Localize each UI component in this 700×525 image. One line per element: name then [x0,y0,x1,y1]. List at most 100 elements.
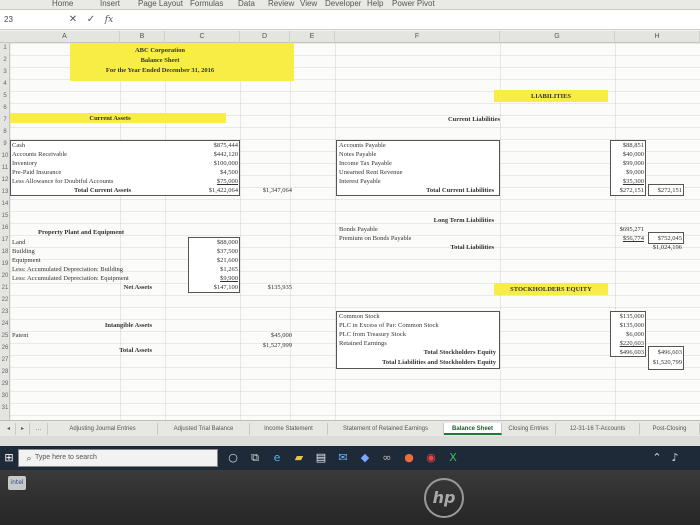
store-icon[interactable]: ▤ [314,451,328,465]
row-header[interactable]: 24 [0,321,10,327]
scroll-left-icon[interactable]: ◂ [2,423,16,435]
long-term-subtotal-value: $752,045 [657,235,682,242]
cancel-icon[interactable]: ✕ [66,13,80,27]
name-box[interactable]: 23 [0,13,40,27]
app-icon[interactable]: ∞ [380,451,394,465]
row-header[interactable]: 14 [0,201,10,207]
liability-value-interest: $35,300 [622,178,644,185]
row-header[interactable]: 23 [0,309,10,315]
total-equity-value: $496,603 [619,349,644,356]
asset-value-cash: $875,444 [213,142,238,149]
sheet-tab-balance-sheet[interactable]: Balance Sheet [444,423,502,435]
tab-review[interactable]: Review [268,0,294,10]
current-liabilities-heading: Current Liabilities [447,116,500,123]
row-header[interactable]: 9 [0,141,10,147]
property-heading: Property Plant and Equipment [38,229,125,236]
firefox-icon[interactable]: ● [402,451,416,465]
row-header[interactable]: 17 [0,237,10,243]
row-header[interactable]: 25 [0,333,10,339]
chrome-icon[interactable]: ◉ [424,451,438,465]
tab-data[interactable]: Data [238,0,255,10]
worksheet-grid[interactable]: ABC Corporation Balance Sheet For the Ye… [10,43,700,420]
row-header[interactable]: 11 [0,165,10,171]
edge-icon[interactable]: e [270,451,284,465]
tab-home[interactable]: Home [52,0,73,10]
row-header[interactable]: 27 [0,357,10,363]
file-explorer-icon[interactable]: ▰ [292,451,306,465]
column-header-e[interactable]: E [290,31,335,43]
row-header[interactable]: 7 [0,117,10,123]
row-header[interactable]: 19 [0,261,10,267]
equity-value-treasury: $6,000 [626,331,644,338]
row-header[interactable]: 8 [0,129,10,135]
liability-label-tax: Income Tax Payable [339,160,392,167]
liability-label-premium: Premium on Bonds Payable [339,235,412,242]
volume-icon[interactable]: ♪ [668,451,682,465]
tab-power-pivot[interactable]: Power Pivot [392,0,435,10]
row-header[interactable]: 31 [0,405,10,411]
row-header[interactable]: 4 [0,81,10,87]
sheet-tab-retained-earnings[interactable]: Statement of Retained Earnings [328,423,444,435]
tab-help[interactable]: Help [367,0,383,10]
liability-label-unearned: Unearned Rent Revenue [339,169,403,176]
row-header[interactable]: 20 [0,273,10,279]
column-headers: A B C D E F G H [0,31,700,43]
tab-view[interactable]: View [300,0,317,10]
total-liabilities-value: $1,024,196 [652,244,682,251]
row-header[interactable]: 1 [0,45,10,51]
row-header[interactable]: 13 [0,189,10,195]
column-header-a[interactable]: A [10,31,120,43]
column-header-f[interactable]: F [335,31,500,43]
row-header[interactable]: 29 [0,381,10,387]
sheet-tab-adjusting-journal-entries[interactable]: Adjusting Journal Entries [48,423,158,435]
sheet-tab-closing-entries[interactable]: Closing Entries [502,423,556,435]
net-assets-value-2: $135,935 [267,284,292,291]
row-header[interactable]: 2 [0,57,10,63]
sheet-tab-post-closing[interactable]: Post-Closing [640,423,700,435]
windows-start-icon[interactable]: ⊞ [2,451,16,465]
tab-formulas[interactable]: Formulas [190,0,223,10]
intangible-value-patent: $45,000 [270,332,292,339]
tab-insert[interactable]: Insert [100,0,120,10]
column-header-h[interactable]: H [615,31,700,43]
more-sheets-icon[interactable]: … [30,423,48,435]
enter-icon[interactable]: ✓ [84,13,98,27]
equity-value-retained: $220,603 [619,340,644,347]
row-header[interactable]: 3 [0,69,10,75]
row-header[interactable]: 30 [0,393,10,399]
row-header[interactable]: 6 [0,105,10,111]
row-header[interactable]: 18 [0,249,10,255]
row-header[interactable]: 26 [0,345,10,351]
column-header-g[interactable]: G [500,31,615,43]
sheet-tab-t-accounts[interactable]: 12-31-16 T-Accounts [556,423,640,435]
row-header[interactable]: 15 [0,213,10,219]
row-header[interactable]: 21 [0,285,10,291]
fx-icon[interactable]: fx [102,13,116,27]
row-header[interactable]: 22 [0,297,10,303]
excel-icon[interactable]: X [446,451,460,465]
row-header[interactable]: 10 [0,153,10,159]
column-header-d[interactable]: D [240,31,290,43]
liability-label-interest: Interest Payable [339,178,381,185]
sheet-tab-income-statement[interactable]: Income Statement [250,423,328,435]
tray-up-icon[interactable]: ⌃ [650,451,664,465]
taskbar-search-input[interactable]: Type here to search [18,449,218,467]
row-header[interactable]: 28 [0,369,10,375]
tab-page-layout[interactable]: Page Layout [138,0,183,10]
dropbox-icon[interactable]: ◆ [358,451,372,465]
equity-label-excess: PLC in Excess of Par: Common Stock [339,322,439,329]
column-header-b[interactable]: B [120,31,165,43]
tab-developer[interactable]: Developer [325,0,361,10]
mail-icon[interactable]: ✉ [336,451,350,465]
sheet-tab-adjusted-trial-balance[interactable]: Adjusted Trial Balance [158,423,250,435]
property-label-land: Land [12,239,26,246]
total-current-liabilities-value-2: $272,151 [657,187,682,194]
row-header[interactable]: 16 [0,225,10,231]
statement-title: Balance Sheet [140,57,180,64]
row-header[interactable]: 12 [0,177,10,183]
row-header[interactable]: 5 [0,93,10,99]
task-view-icon[interactable]: ⧉ [248,451,262,465]
column-header-c[interactable]: C [165,31,240,43]
cortana-icon[interactable]: ○ [226,451,240,465]
scroll-right-icon[interactable]: ▸ [16,423,30,435]
